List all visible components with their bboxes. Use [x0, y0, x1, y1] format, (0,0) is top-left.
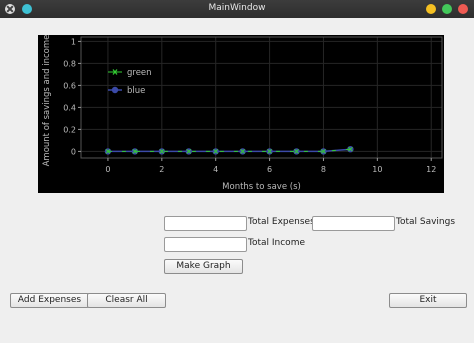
x-tick-label: 8 — [321, 165, 326, 174]
legend-marker-blue — [111, 86, 119, 94]
add-expenses-button[interactable]: Add Expenses — [10, 293, 89, 308]
legend-label-green: green — [127, 68, 152, 78]
y-tick-label: 0.6 — [63, 81, 76, 90]
total-expenses-field[interactable] — [164, 216, 247, 231]
minimize-button[interactable] — [426, 4, 436, 14]
y-tick-label: 1 — [71, 37, 76, 46]
y-axis-label: Amount of savings and income ( — [42, 35, 52, 166]
y-tick-label: 0 — [71, 147, 76, 156]
x-tick-label: 6 — [267, 165, 272, 174]
total-savings-field[interactable] — [312, 216, 395, 231]
window-title: MainWindow — [208, 3, 266, 13]
y-tick-label: 0.8 — [63, 59, 76, 68]
maximize-button[interactable] — [442, 4, 452, 14]
x-tick-label: 12 — [426, 165, 436, 174]
x-tick-label: 2 — [159, 165, 164, 174]
close-button[interactable] — [458, 4, 468, 14]
x-axis-label: Months to save (s) — [222, 182, 301, 192]
y-tick-label: 0.2 — [63, 125, 76, 134]
legend-label-blue: blue — [127, 86, 145, 96]
clear-all-button[interactable]: Cleasr All — [87, 293, 166, 308]
x-tick-label: 10 — [372, 165, 382, 174]
y-tick-label: 0.4 — [63, 103, 76, 112]
total-income-field[interactable] — [164, 237, 247, 252]
title-bar: MainWindow — [0, 0, 474, 18]
make-graph-button[interactable]: Make Graph — [164, 259, 243, 274]
total-income-label: Total Income — [248, 238, 305, 248]
exit-button[interactable]: Exit — [389, 293, 467, 308]
total-savings-label: Total Savings — [396, 217, 456, 227]
x-tick-label: 4 — [213, 165, 218, 174]
savings-chart: 0 2 4 6 8 10 12 0 0.2 0.4 0.6 0.8 1 Months to save (s… — [38, 35, 444, 193]
x-tick-label: 0 — [105, 165, 110, 174]
total-expenses-label: Total Expenses — [248, 217, 315, 227]
